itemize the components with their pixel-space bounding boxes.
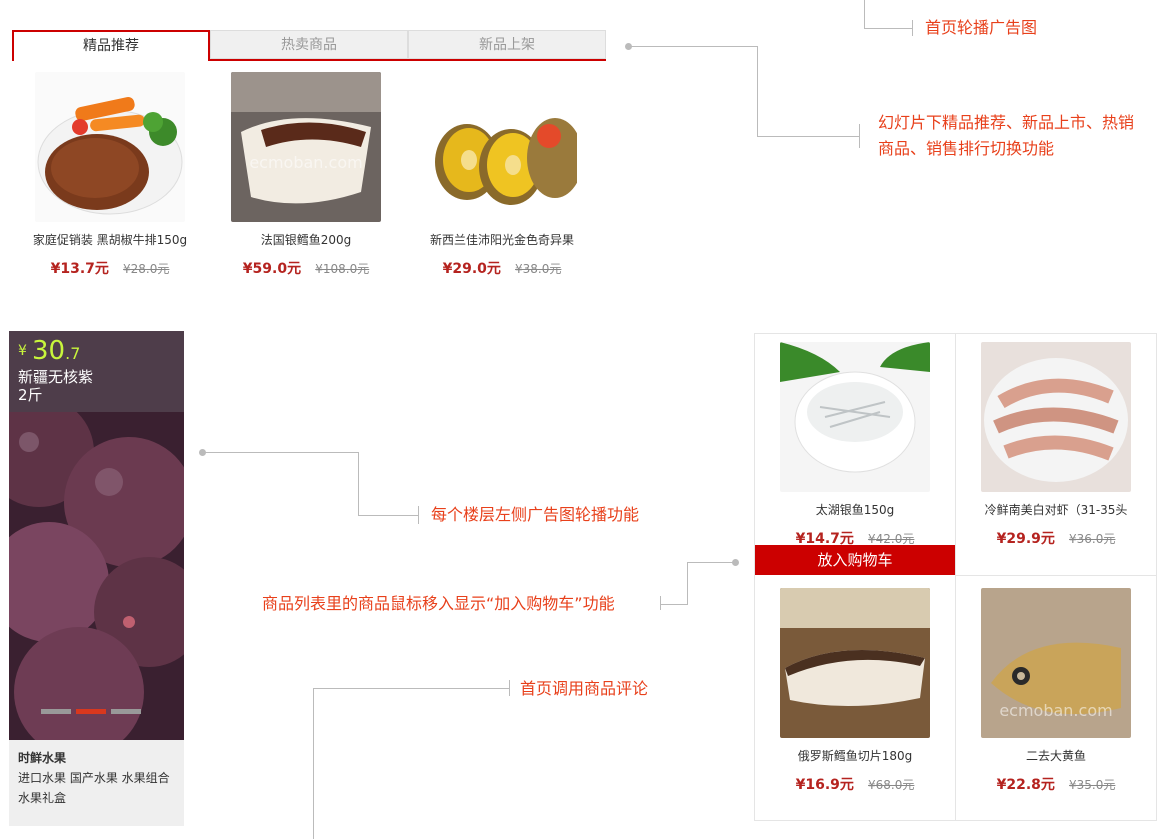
product-name[interactable]: 二去大黄鱼 — [966, 747, 1146, 764]
connector-line — [864, 28, 912, 29]
product-image-cod[interactable]: ecmoban.com — [231, 72, 381, 222]
annotation-tabs-switch: 幻灯片下精品推荐、新品上市、热销商品、销售排行切换功能 — [878, 113, 1135, 158]
connector-line — [313, 688, 314, 839]
category-title[interactable]: 时鲜水果 — [18, 748, 175, 768]
annotation-floor-banner: 每个楼层左侧广告图轮播功能 — [431, 505, 640, 524]
grid-product-card[interactable]: 太湖银鱼150g ¥14.7元 ¥42.0元 — [765, 342, 945, 548]
product-price: ¥22.8元 — [996, 777, 1055, 793]
annotation-add-cart: 商品列表里的商品鼠标移入显示“加入购物车”功能 — [262, 594, 615, 613]
banner-title-1: 新疆无核紫 — [18, 368, 94, 386]
product-image-kiwi[interactable] — [427, 72, 577, 222]
connector-line — [358, 452, 359, 516]
banner-category: 时鲜水果 进口水果 国产水果 水果组合 水果礼盒 — [9, 740, 184, 816]
product-name[interactable]: 冷鲜南美白对虾（31-35头 — [966, 501, 1146, 518]
connector-line — [418, 506, 419, 524]
product-card[interactable]: 家庭促销装 黑胡椒牛排150g ¥13.7元 ¥28.0元 — [20, 72, 200, 278]
connector-line — [859, 124, 860, 148]
annotation-carousel: 首页轮播广告图 — [925, 18, 1038, 37]
grid-divider — [955, 334, 956, 820]
product-image-steak[interactable] — [35, 72, 185, 222]
product-old-price: ¥28.0元 — [123, 262, 170, 276]
product-name[interactable]: 新西兰佳沛阳光金色奇异果 — [412, 231, 592, 248]
product-tabs: 精品推荐 热卖商品 新品上架 — [12, 30, 606, 61]
product-old-price: ¥38.0元 — [515, 262, 562, 276]
banner-image[interactable] — [9, 397, 184, 757]
connector-line — [687, 562, 688, 605]
grid-product-card[interactable]: 俄罗斯鳕鱼切片180g ¥16.9元 ¥68.0元 — [765, 588, 945, 794]
grid-divider — [956, 575, 1156, 576]
product-old-price: ¥36.0元 — [1069, 532, 1116, 546]
connector-line — [757, 136, 859, 137]
carousel-dot[interactable] — [41, 709, 71, 714]
connector-line — [687, 562, 733, 563]
banner-title-2: 2斤 — [18, 386, 43, 404]
carousel-dot-active[interactable] — [76, 709, 106, 714]
product-card[interactable]: 新西兰佳沛阳光金色奇异果 ¥29.0元 ¥38.0元 — [412, 72, 592, 278]
floor-banner[interactable]: ¥ 30.7 新疆无核紫 2斤 时鲜水果 进口水果 国产水果 水果组合 水果礼盒 — [9, 331, 184, 826]
svg-text:ecmoban.com: ecmoban.com — [999, 701, 1112, 720]
carousel-dot[interactable] — [111, 709, 141, 714]
connector-line — [757, 46, 758, 136]
product-name[interactable]: 太湖银鱼150g — [765, 501, 945, 518]
product-image-yellow-croaker[interactable]: ecmoban.com — [981, 588, 1131, 738]
product-price: ¥13.7元 — [50, 261, 109, 277]
banner-price-int: 30 — [32, 336, 66, 366]
product-price: ¥59.0元 — [242, 261, 302, 277]
connector-dot — [732, 559, 739, 566]
connector-line — [660, 596, 661, 610]
svg-text:ecmoban.com: ecmoban.com — [249, 153, 362, 172]
connector-line — [864, 0, 865, 29]
tab-hot-sale[interactable]: 热卖商品 — [210, 30, 408, 59]
connector-line — [313, 688, 509, 689]
product-price: ¥16.9元 — [795, 777, 854, 793]
product-price: ¥29.9元 — [996, 531, 1055, 547]
connector-line — [912, 20, 913, 36]
tab-new-arrivals[interactable]: 新品上架 — [408, 30, 606, 59]
banner-promo: ¥ 30.7 新疆无核紫 2斤 — [9, 331, 184, 412]
grid-product-card[interactable]: 冷鲜南美白对虾（31-35头 ¥29.9元 ¥36.0元 — [966, 342, 1146, 548]
tab-featured[interactable]: 精品推荐 — [12, 30, 210, 61]
subcategory-links-2[interactable]: 水果礼盒 — [18, 788, 175, 808]
banner-currency: ¥ — [18, 343, 27, 359]
connector-line — [509, 680, 510, 696]
connector-line — [630, 46, 757, 47]
connector-line — [358, 515, 418, 516]
banner-price-dec: .7 — [65, 344, 81, 363]
product-name[interactable]: 家庭促销装 黑胡椒牛排150g — [20, 231, 200, 248]
product-image-shrimp[interactable] — [981, 342, 1131, 492]
product-old-price: ¥42.0元 — [868, 532, 915, 546]
product-name[interactable]: 法国银鳕鱼200g — [216, 231, 396, 248]
product-old-price: ¥68.0元 — [868, 778, 915, 792]
product-image-whitebait[interactable] — [780, 342, 930, 492]
product-old-price: ¥108.0元 — [315, 262, 370, 276]
annotation-comments: 首页调用商品评论 — [520, 679, 649, 698]
product-name[interactable]: 俄罗斯鳕鱼切片180g — [765, 747, 945, 764]
connector-line — [660, 604, 687, 605]
product-image-cod-slice[interactable] — [780, 588, 930, 738]
product-card[interactable]: ecmoban.com 法国银鳕鱼200g ¥59.0元 ¥108.0元 — [216, 72, 396, 278]
grid-product-card[interactable]: ecmoban.com 二去大黄鱼 ¥22.8元 ¥35.0元 — [966, 588, 1146, 794]
connector-line — [204, 452, 358, 453]
subcategory-links-1[interactable]: 进口水果 国产水果 水果组合 — [18, 768, 175, 788]
product-price: ¥29.0元 — [442, 261, 501, 277]
add-to-cart-button[interactable]: 放入购物车 — [755, 545, 955, 575]
product-old-price: ¥35.0元 — [1069, 778, 1116, 792]
